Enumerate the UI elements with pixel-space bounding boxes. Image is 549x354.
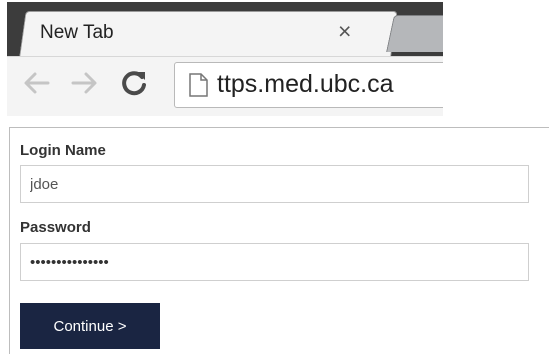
new-tab-button[interactable] bbox=[386, 15, 443, 52]
login-name-label: Login Name bbox=[20, 142, 106, 159]
password-label: Password bbox=[20, 219, 91, 236]
forward-arrow-icon[interactable] bbox=[70, 69, 100, 102]
close-icon[interactable]: × bbox=[338, 20, 351, 43]
browser-chrome: New Tab × ttps.med.ubc.ca bbox=[7, 2, 443, 116]
active-tab-content: New Tab × bbox=[19, 11, 389, 57]
reload-icon[interactable] bbox=[119, 68, 149, 104]
login-form: Login Name Password Continue > bbox=[9, 127, 549, 354]
page-icon-graphic bbox=[189, 73, 208, 97]
reload-icon-graphic bbox=[122, 71, 146, 96]
continue-button[interactable]: Continue > bbox=[20, 303, 160, 349]
back-arrow-icon-graphic bbox=[24, 72, 50, 94]
forward-arrow-icon-graphic bbox=[71, 72, 97, 94]
back-arrow-icon[interactable] bbox=[21, 69, 51, 102]
screenshot-stage: New Tab × ttps.med.ubc.ca Login Name jdo… bbox=[0, 0, 549, 354]
password-input[interactable] bbox=[20, 243, 529, 281]
address-bar[interactable]: ttps.med.ubc.ca bbox=[174, 62, 443, 108]
browser-toolbar: ttps.med.ubc.ca bbox=[7, 56, 443, 116]
login-name-input[interactable] bbox=[20, 165, 529, 203]
url-text: ttps.med.ubc.ca bbox=[217, 70, 394, 98]
tab-title: New Tab bbox=[40, 22, 114, 43]
page-icon bbox=[187, 72, 209, 98]
